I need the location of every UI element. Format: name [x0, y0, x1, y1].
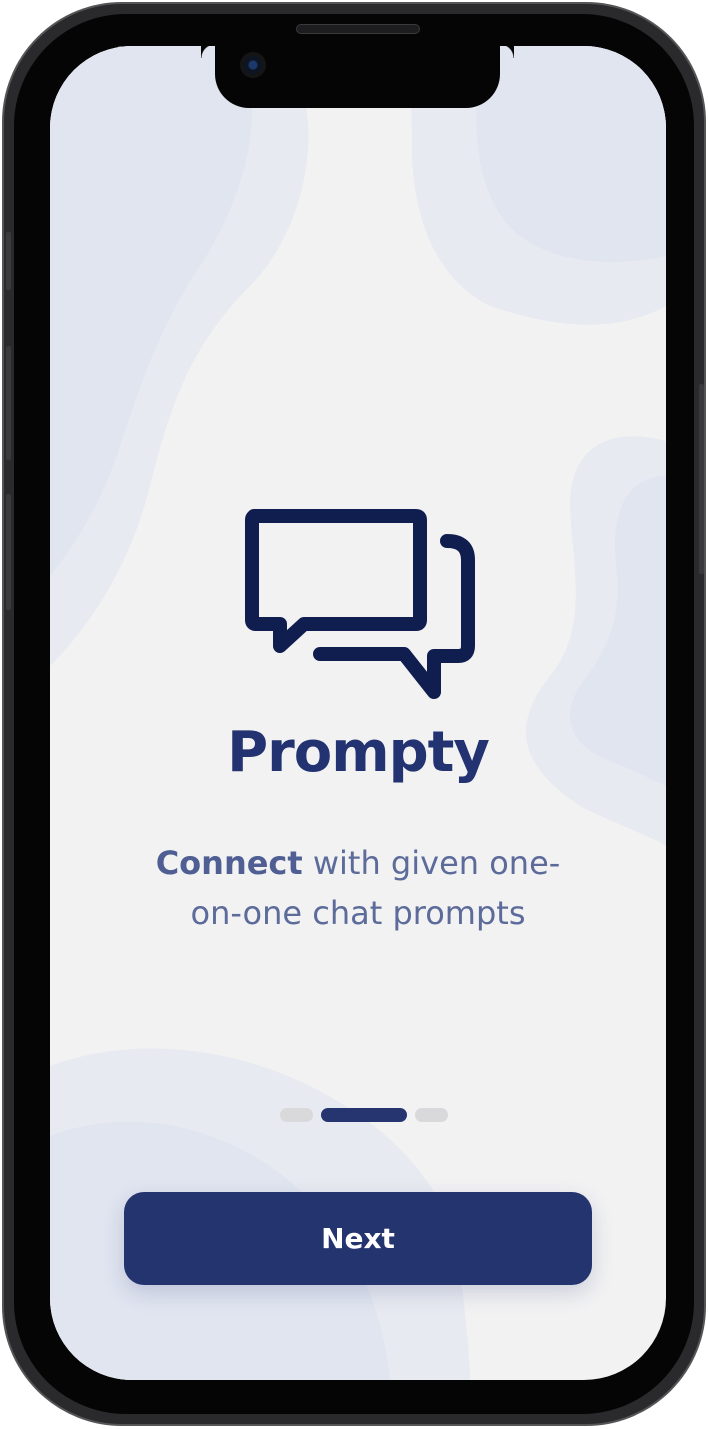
page-dot-2-active[interactable] [321, 1108, 407, 1122]
next-button[interactable]: Next [124, 1192, 592, 1285]
chat-bubbles-icon [245, 509, 475, 699]
description-emphasis: Connect [155, 844, 303, 882]
app-title: Prompty [227, 720, 490, 785]
volume-up-button [6, 346, 11, 460]
page-dot-3[interactable] [415, 1108, 448, 1122]
onboarding-content: Prompty Connect with given one-on-one ch… [50, 46, 666, 1380]
earpiece-speaker [296, 24, 420, 34]
page-dot-1[interactable] [280, 1108, 313, 1122]
volume-down-button [6, 494, 11, 610]
mute-switch [6, 232, 11, 290]
page-indicator [280, 1108, 448, 1122]
power-button [699, 384, 704, 574]
onboarding-description: Connect with given one-on-one chat promp… [138, 838, 578, 938]
